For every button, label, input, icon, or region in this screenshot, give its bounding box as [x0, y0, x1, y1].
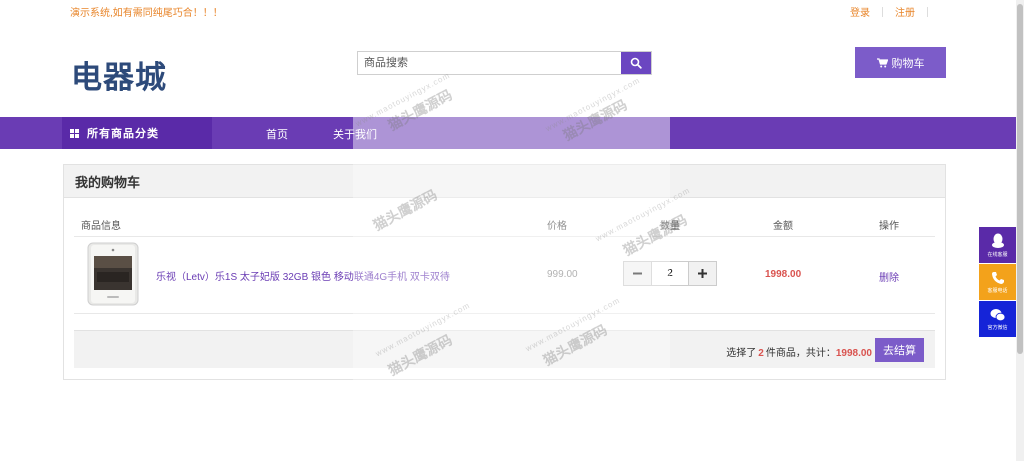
all-categories-label: 所有商品分类	[87, 128, 159, 140]
search-box	[357, 51, 652, 75]
phone-icon	[991, 271, 1004, 284]
shopping-cart-icon	[876, 57, 888, 67]
cart-footer: 选择了 2 件商品，共计：1998.00 去结算	[74, 330, 935, 368]
search-input[interactable]	[358, 52, 621, 74]
all-categories-menu[interactable]: 所有商品分类	[62, 117, 212, 149]
product-image[interactable]	[87, 242, 139, 306]
summary-middle: 件商品，共计：	[765, 348, 836, 359]
scrollbar-thumb[interactable]	[1017, 4, 1023, 354]
delete-item-link[interactable]: 删除	[879, 269, 899, 284]
cart-panel: 我的购物车 商品信息 价格 数量 金额 操作 乐视（Letv）乐1S 太子妃版 …	[63, 164, 946, 380]
selected-count: 2	[758, 348, 764, 359]
cart-total: 1998.00	[835, 348, 872, 359]
column-header-info: 商品信息	[81, 221, 121, 232]
item-amount: 1998.00	[765, 269, 802, 280]
summary-prefix: 选择了	[726, 348, 757, 359]
minus-icon	[633, 272, 642, 275]
demo-notice: 演示系统,如有需同纯尾巧合！！！	[70, 8, 223, 19]
divider	[882, 6, 883, 17]
service-phone-label: 客服电话	[987, 287, 1008, 294]
grid-icon	[70, 128, 79, 138]
top-bar: 演示系统,如有需同纯尾巧合！！！ 登录 注册	[0, 0, 1016, 20]
search-button[interactable]	[621, 52, 651, 74]
quantity-input[interactable]	[652, 262, 688, 285]
column-header-quantity: 数量	[660, 221, 680, 232]
plus-icon	[698, 269, 707, 278]
wechat-label: 官方微信	[987, 324, 1008, 331]
online-service-button[interactable]: 在线客服	[979, 227, 1016, 263]
online-service-label: 在线客服	[987, 251, 1008, 258]
page-scrollbar[interactable]	[1016, 0, 1024, 461]
login-link[interactable]: 登录	[850, 4, 870, 19]
cart-title: 我的购物车	[64, 165, 945, 198]
qq-icon	[991, 233, 1004, 248]
quantity-increase-button[interactable]	[688, 262, 716, 285]
cart-item-row: 乐视（Letv）乐1S 太子妃版 32GB 银色 移动联通4G手机 双卡双待 9…	[74, 238, 935, 314]
wechat-icon	[990, 308, 1005, 321]
column-header-amount: 金额	[773, 221, 793, 232]
quantity-decrease-button[interactable]	[624, 262, 652, 285]
cart-button[interactable]: 购物车	[855, 47, 946, 78]
search-icon	[630, 57, 642, 69]
cart-button-label: 购物车	[891, 57, 925, 70]
cart-summary: 选择了 2 件商品，共计：1998.00	[726, 344, 872, 359]
wechat-button[interactable]: 官方微信	[979, 301, 1016, 337]
product-name-link[interactable]: 乐视（Letv）乐1S 太子妃版 32GB 银色 移动联通4G手机 双卡双待	[156, 268, 450, 283]
service-phone-button[interactable]: 客服电话	[979, 264, 1016, 300]
cart-table-header: 商品信息 价格 数量 金额 操作	[74, 213, 935, 237]
divider	[927, 6, 928, 17]
top-links: 登录 注册	[850, 4, 940, 19]
item-price: 999.00	[547, 269, 578, 280]
site-logo[interactable]: 电器城	[71, 52, 167, 97]
column-header-action: 操作	[879, 221, 899, 232]
register-link[interactable]: 注册	[895, 4, 915, 19]
checkout-button[interactable]: 去结算	[875, 338, 924, 362]
quantity-stepper	[623, 261, 717, 286]
watermark-overlay	[353, 117, 670, 149]
column-header-price: 价格	[547, 221, 567, 232]
nav-link-home[interactable]: 首页	[266, 126, 288, 142]
